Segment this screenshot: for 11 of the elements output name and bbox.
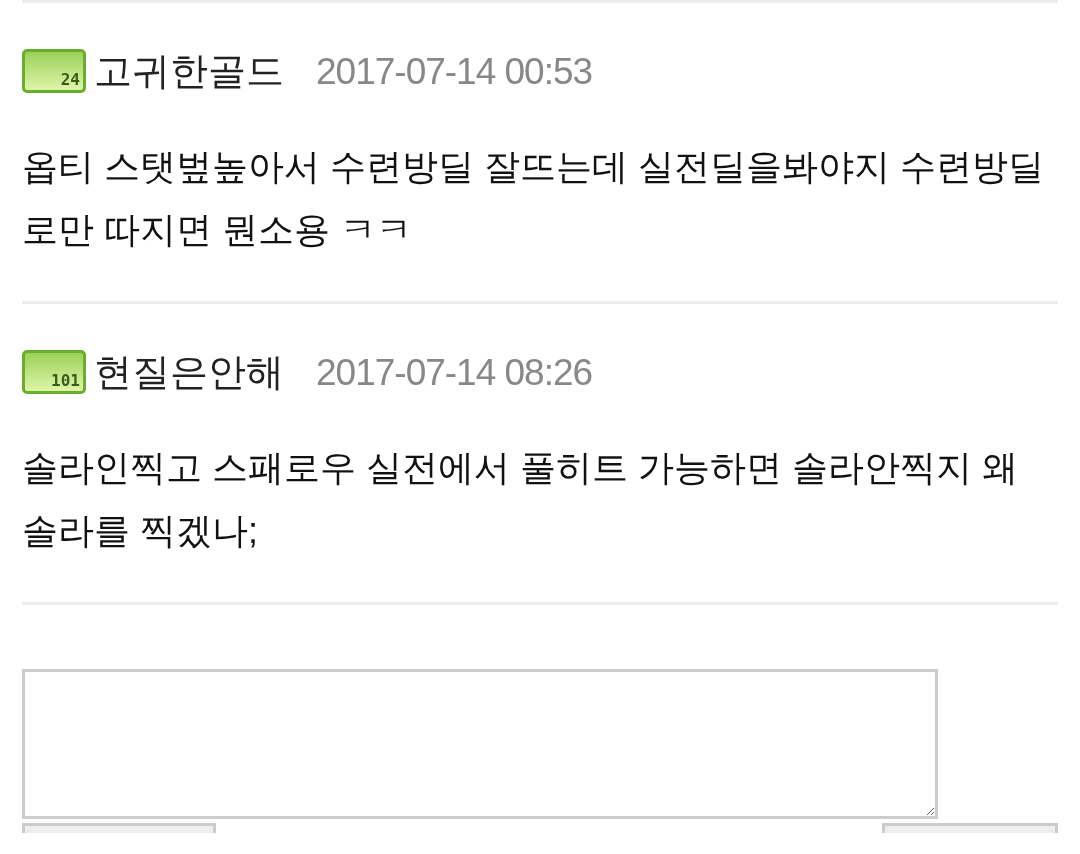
comment-field[interactable] bbox=[22, 669, 938, 819]
comment-text: 솔라인찍고 스패로우 실전에서 풀히트 가능하면 솔라안찍지 왜 솔라를 찍겠나; bbox=[22, 446, 1019, 553]
level-badge: 101 bbox=[22, 350, 86, 394]
comment-text: 옵티 스탯벞높아서 수련방딜 잘뜨는데 실전딜을봐야지 수련방딜로만 따지면 뭔소용 ㅋㅋ bbox=[22, 145, 1045, 252]
comment-time: 2017-07-14 08:26 bbox=[316, 353, 593, 391]
level-badge: 24 bbox=[22, 49, 86, 93]
comment-time: 2017-07-14 00:53 bbox=[316, 52, 593, 90]
button[interactable] bbox=[882, 823, 1058, 833]
button[interactable] bbox=[22, 823, 216, 833]
author-name: 고귀한골드 bbox=[94, 52, 284, 90]
author-name: 현질은안해 bbox=[94, 353, 284, 391]
